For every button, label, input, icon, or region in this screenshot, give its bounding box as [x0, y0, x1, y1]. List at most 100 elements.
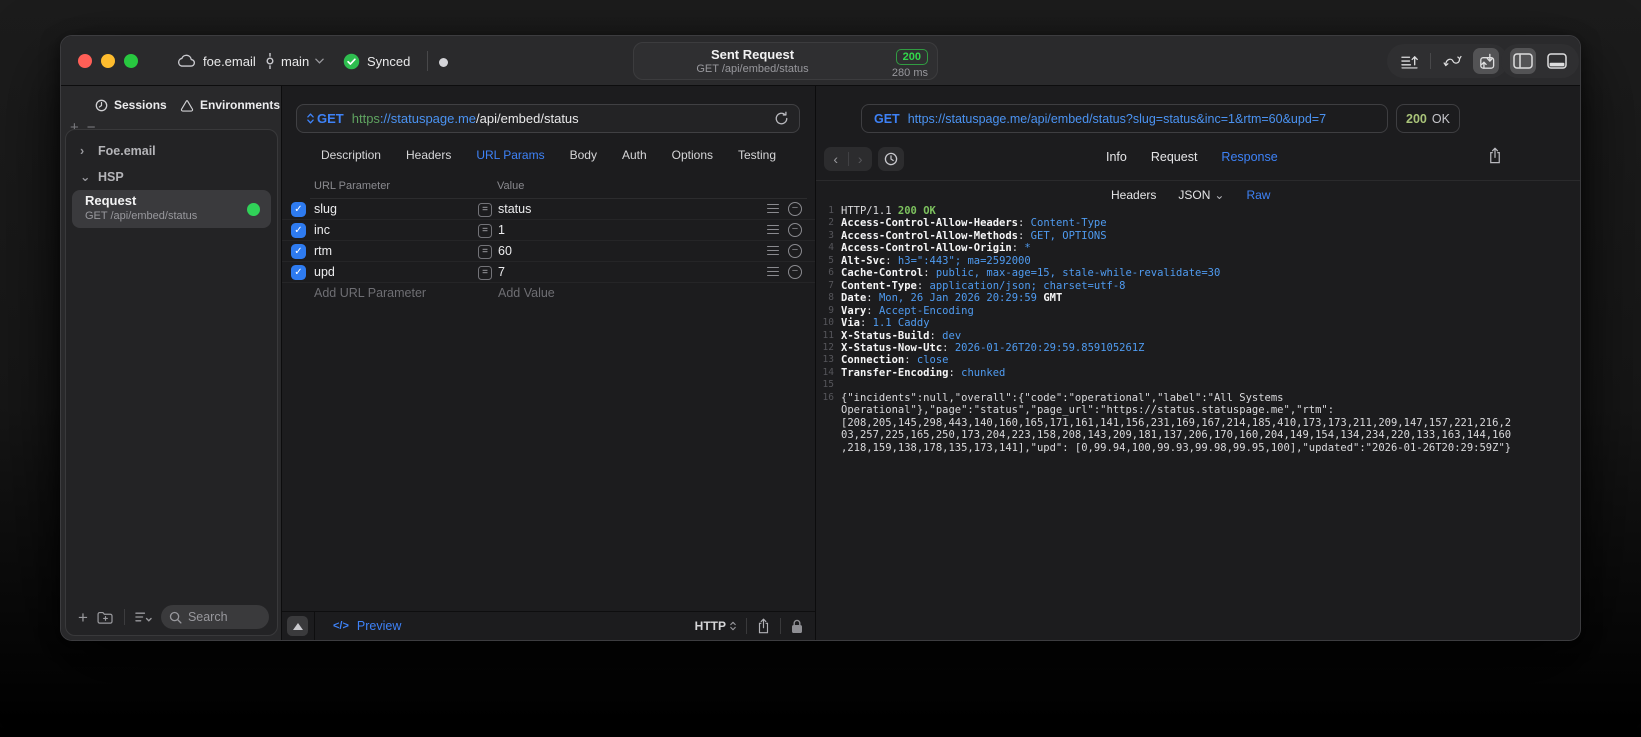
- export-response-icon[interactable]: [1488, 147, 1502, 164]
- param-checkbox[interactable]: ✓: [291, 223, 306, 238]
- sort-filter-icon[interactable]: [135, 611, 152, 623]
- line-number: 1: [828, 205, 834, 216]
- branch-switcher[interactable]: main: [265, 36, 324, 86]
- line-number: 16: [822, 391, 834, 403]
- param-operator[interactable]: =: [478, 223, 492, 238]
- line-number: 15: [822, 379, 834, 391]
- tree-item-foe-email[interactable]: › Foe.email: [80, 144, 156, 158]
- project-name: foe.email: [203, 53, 256, 69]
- param-operator[interactable]: =: [478, 265, 492, 280]
- zoom-window-button[interactable]: [124, 54, 138, 68]
- subtab-raw[interactable]: Raw: [1246, 188, 1270, 202]
- code-line: 2 Access-Control-Allow-Headers: Content-T…: [816, 217, 1580, 229]
- line-content: Transfer-Encoding: chunked: [841, 366, 1006, 379]
- remove-param-icon[interactable]: −: [788, 202, 802, 216]
- code-line: 13 Connection: close: [816, 354, 1580, 366]
- param-options-icon[interactable]: [767, 246, 779, 257]
- code-line: 3 Access-Control-Allow-Methods: GET, OPTI…: [816, 230, 1580, 242]
- preview-toggle[interactable]: </> Preview: [333, 619, 401, 633]
- line-content: Vary: Accept-Encoding: [841, 304, 974, 317]
- tab-response[interactable]: Response: [1221, 150, 1277, 164]
- method-selector[interactable]: GET: [317, 111, 344, 126]
- code-line: 9 Vary: Accept-Encoding: [816, 305, 1580, 317]
- subtab-json[interactable]: JSON ⌄: [1178, 188, 1224, 202]
- tab-environments[interactable]: Environments: [180, 98, 280, 112]
- line-content: HTTP/1.1 200 OK: [841, 205, 936, 217]
- add-param-name-field[interactable]: Add URL Parameter: [314, 286, 426, 300]
- remove-param-icon[interactable]: −: [788, 244, 802, 258]
- param-name[interactable]: rtm: [314, 244, 332, 258]
- tab-description[interactable]: Description: [321, 148, 381, 162]
- sidebar-left-icon[interactable]: [1510, 48, 1536, 74]
- param-value[interactable]: 7: [498, 265, 505, 279]
- line-number: 3: [828, 229, 834, 241]
- request-editor-footer: </> Preview HTTP: [282, 611, 815, 640]
- tab-info[interactable]: Info: [1106, 150, 1127, 164]
- triangle-up-icon: [292, 622, 303, 630]
- close-window-button[interactable]: [78, 54, 92, 68]
- request-summary-pill[interactable]: Sent Request GET /api/embed/status 200 2…: [633, 42, 938, 80]
- history-forward-button[interactable]: ›: [849, 148, 873, 170]
- tab-testing[interactable]: Testing: [738, 148, 776, 162]
- remove-param-icon[interactable]: −: [788, 265, 802, 279]
- param-options-icon[interactable]: [767, 204, 779, 215]
- share-icon[interactable]: [757, 618, 770, 634]
- protocol-selector[interactable]: HTTP: [695, 619, 726, 633]
- tab-url-params[interactable]: URL Params: [476, 148, 544, 162]
- param-checkbox[interactable]: ✓: [291, 202, 306, 217]
- param-options-icon[interactable]: [767, 267, 779, 278]
- method-updown-icon: [307, 113, 314, 124]
- new-folder-icon[interactable]: [97, 611, 114, 624]
- response-status-code: 200: [1406, 111, 1427, 126]
- tree-item-label: Foe.email: [98, 144, 156, 158]
- sent-request-url-box[interactable]: GET https://statuspage.me/api/embed/stat…: [861, 104, 1388, 133]
- param-value[interactable]: 60: [498, 244, 512, 258]
- export-lines-icon[interactable]: [1396, 48, 1422, 74]
- import-box-icon[interactable]: [1473, 48, 1499, 74]
- param-name[interactable]: upd: [314, 265, 335, 279]
- minimize-window-button[interactable]: [101, 54, 115, 68]
- flow-arrows-icon[interactable]: [1439, 48, 1465, 74]
- sync-status[interactable]: Synced: [343, 36, 410, 86]
- param-operator[interactable]: =: [478, 202, 492, 217]
- project-switcher[interactable]: foe.email: [176, 36, 256, 86]
- param-checkbox[interactable]: ✓: [291, 244, 306, 259]
- request-url-bar[interactable]: GET https://statuspage.me/api/embed/stat…: [296, 104, 800, 133]
- code-line: 7 Content-Type: application/json; charset…: [816, 280, 1580, 292]
- param-name[interactable]: inc: [314, 223, 330, 237]
- history-back-button[interactable]: ‹: [824, 148, 848, 170]
- search-input[interactable]: Search: [160, 605, 269, 629]
- lock-icon[interactable]: [791, 619, 803, 634]
- request-list-item-selected[interactable]: Request GET /api/embed/status: [72, 190, 271, 228]
- param-value[interactable]: status: [498, 202, 531, 216]
- line-number: 6: [828, 267, 834, 279]
- new-request-button[interactable]: +: [74, 609, 92, 626]
- request-url[interactable]: https://statuspage.me/api/embed/status: [352, 111, 579, 126]
- remove-param-icon[interactable]: −: [788, 223, 802, 237]
- param-checkbox[interactable]: ✓: [291, 265, 306, 280]
- param-options-icon[interactable]: [767, 225, 779, 236]
- response-tabs: Info Request Response: [1106, 150, 1278, 164]
- tab-auth[interactable]: Auth: [622, 148, 647, 162]
- line-content: Alt-Svc: h3=":443"; ma=2592000: [841, 254, 1031, 267]
- tab-sessions[interactable]: Sessions: [95, 98, 167, 112]
- cloud-icon: [176, 54, 196, 68]
- param-operator[interactable]: =: [478, 244, 492, 259]
- tab-options[interactable]: Options: [672, 148, 713, 162]
- line-content: Content-Type: application/json; charset=…: [841, 279, 1126, 292]
- param-name[interactable]: slug: [314, 202, 337, 216]
- subtab-headers[interactable]: Headers: [1111, 188, 1156, 202]
- line-content: Date: Mon, 26 Jan 2026 20:29:59 GMT: [841, 292, 1063, 305]
- response-body: 1 HTTP/1.1 200 OK 2 Access-Control-Allow-He…: [816, 205, 1580, 640]
- panel-bottom-icon[interactable]: [1544, 48, 1570, 74]
- resend-icon[interactable]: [774, 111, 789, 126]
- param-value[interactable]: 1: [498, 223, 505, 237]
- add-param-value-field[interactable]: Add Value: [498, 286, 555, 300]
- tab-body[interactable]: Body: [570, 148, 597, 162]
- history-clock-button[interactable]: [878, 147, 904, 171]
- protocol-updown-icon: [730, 621, 736, 631]
- tab-headers[interactable]: Headers: [406, 148, 451, 162]
- tree-item-hsp[interactable]: ⌄ HSP: [80, 169, 124, 185]
- tab-request[interactable]: Request: [1151, 150, 1198, 164]
- expand-panel-button[interactable]: [287, 616, 308, 636]
